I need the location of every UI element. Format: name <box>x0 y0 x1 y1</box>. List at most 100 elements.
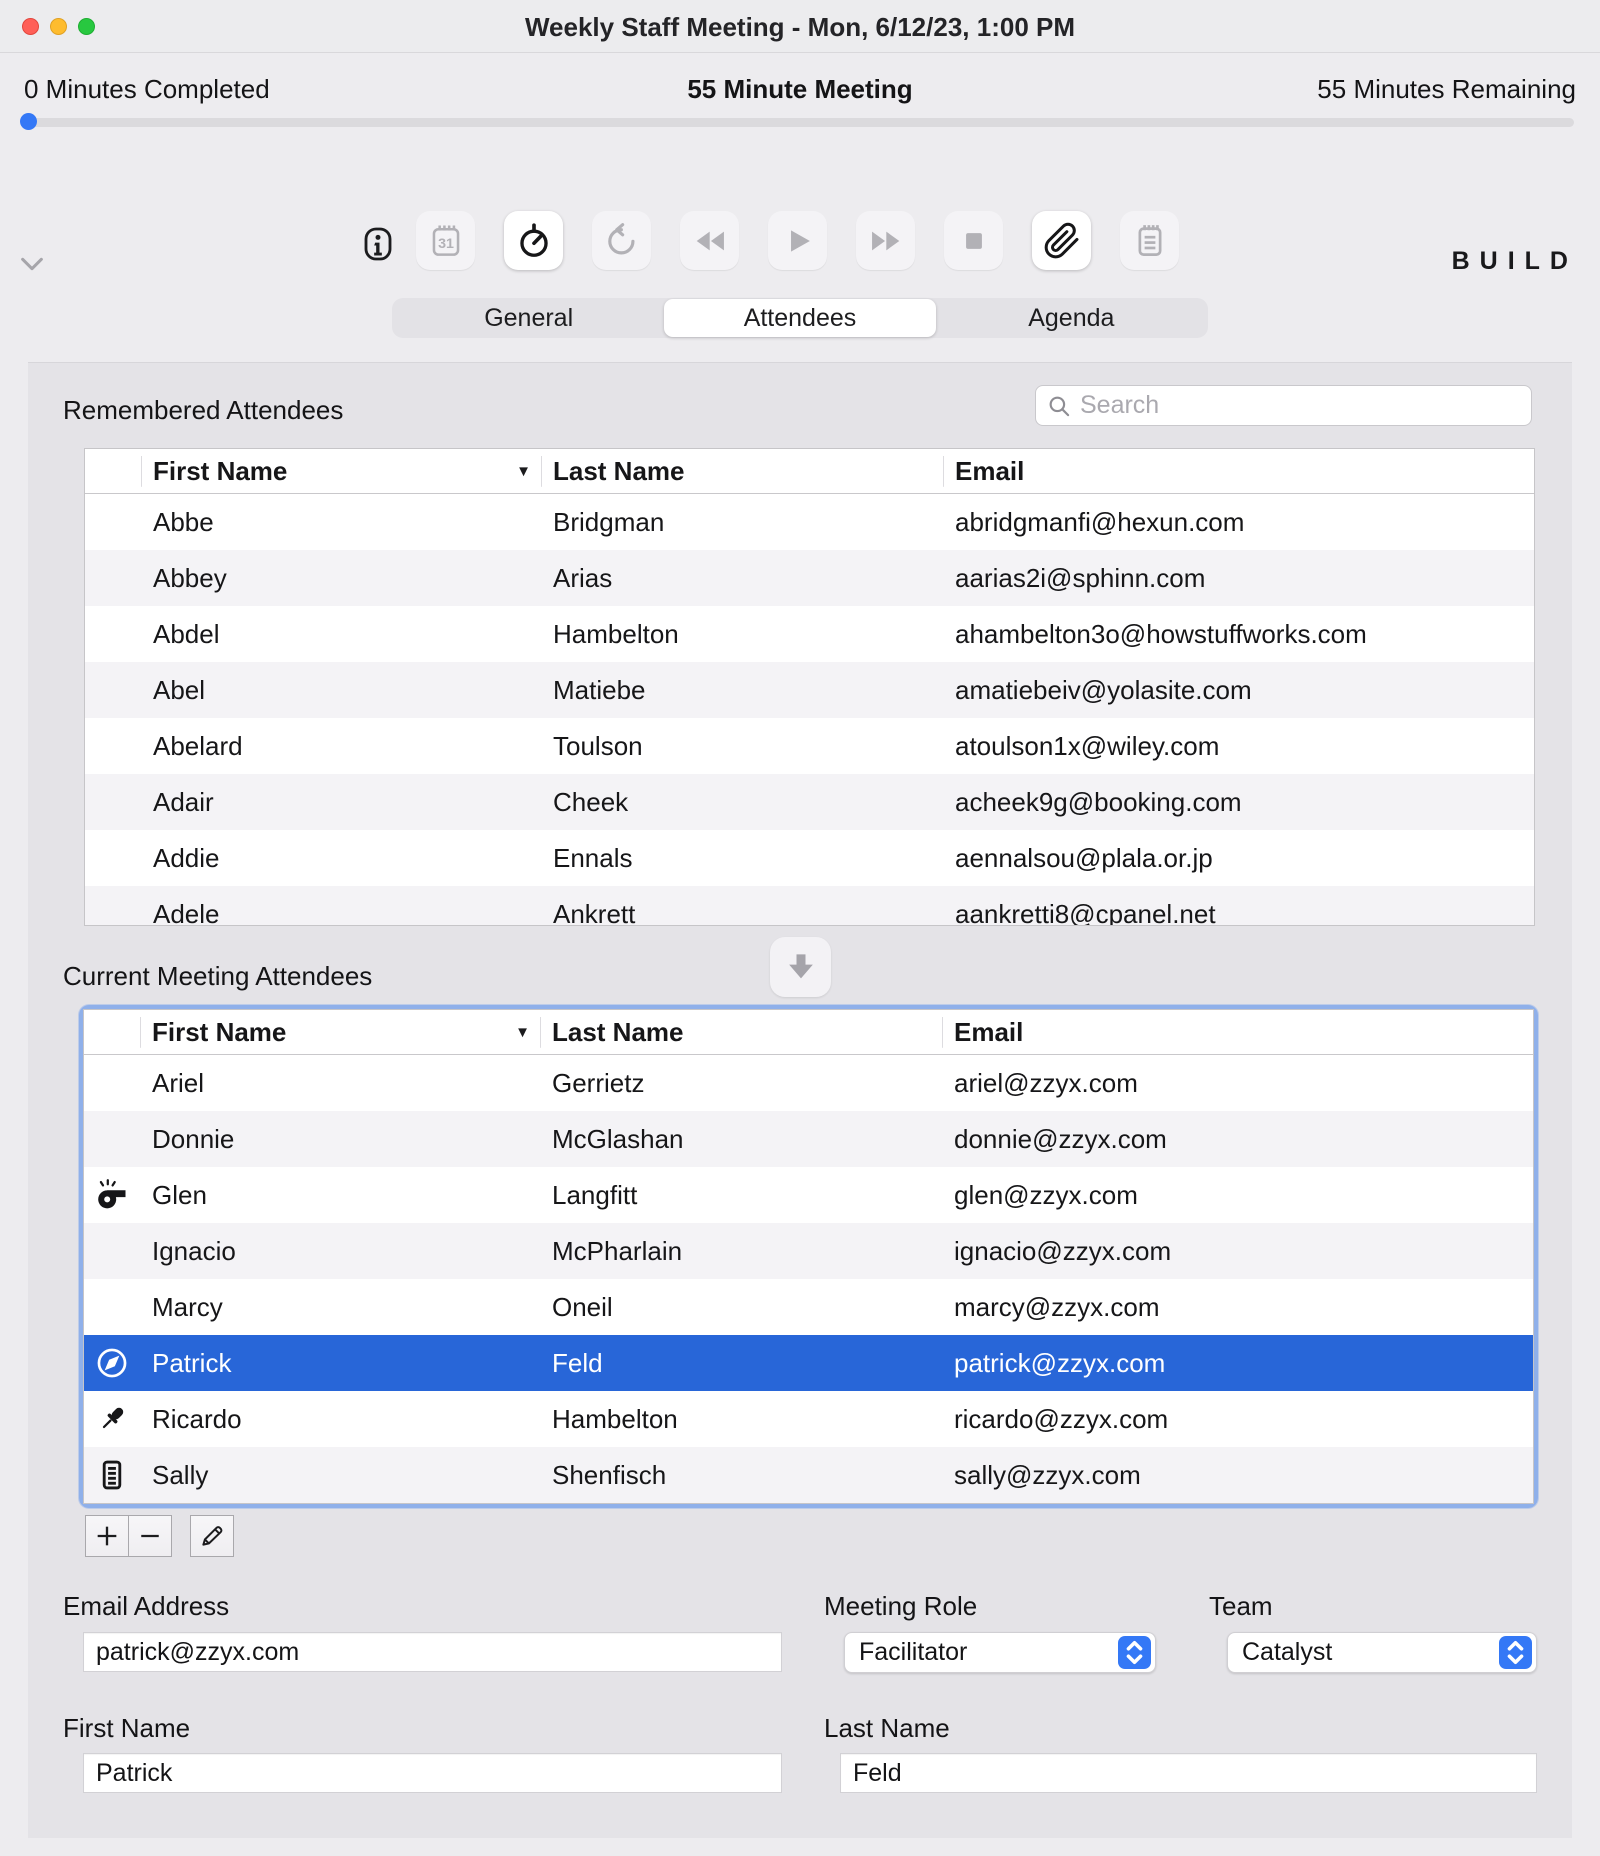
email-cell: ignacio@zzyx.com <box>942 1236 1533 1267</box>
whistle-icon <box>94 1177 130 1213</box>
sort-descending-icon: ▼ <box>515 1024 530 1041</box>
remove-attendee-button[interactable] <box>128 1515 172 1557</box>
table-row[interactable]: IgnacioMcPharlainignacio@zzyx.com <box>84 1223 1533 1279</box>
info-icon[interactable] <box>358 222 398 266</box>
table-header-row: First Name▼Last NameEmail <box>85 449 1534 494</box>
last-name-cell: Cheek <box>541 787 943 818</box>
last-name-cell: Langfitt <box>540 1180 942 1211</box>
last-name-cell: Ennals <box>541 843 943 874</box>
table-row[interactable]: AdeleAnkrettaankretti8@cpanel.net <box>85 886 1534 926</box>
table-body: ArielGerrietzariel@zzyx.comDonnieMcGlash… <box>84 1055 1533 1503</box>
attendees-panel: Remembered Attendees First Name▼Last Nam… <box>28 362 1572 1838</box>
icon-column-header <box>84 1010 140 1054</box>
tab-attendees[interactable]: Attendees <box>664 299 935 337</box>
tab-bar: GeneralAttendeesAgenda <box>392 298 1208 338</box>
popup-stepper-icon <box>1499 1636 1532 1669</box>
tab-general[interactable]: General <box>393 299 664 337</box>
edit-attendee-button[interactable] <box>190 1515 234 1557</box>
table-row[interactable]: AdairCheekacheek9g@booking.com <box>85 774 1534 830</box>
current-attendees-table: First Name▼Last NameEmailArielGerrietzar… <box>83 1009 1534 1504</box>
pushpin-icon <box>94 1401 130 1437</box>
table-row[interactable]: MarcyOneilmarcy@zzyx.com <box>84 1279 1533 1335</box>
column-header-last-name[interactable]: Last Name <box>540 1010 942 1054</box>
column-header-last-name[interactable]: Last Name <box>541 449 943 493</box>
note-icon <box>94 1457 130 1493</box>
first-name-cell: Abel <box>141 675 541 706</box>
meeting-role-popup[interactable]: Facilitator <box>844 1632 1156 1673</box>
compass-icon <box>94 1345 130 1381</box>
play-icon <box>779 222 817 260</box>
table-row[interactable]: AbelMatiebeamatiebeiv@yolasite.com <box>85 662 1534 718</box>
paperclip-button[interactable] <box>1032 211 1091 270</box>
table-row[interactable]: GlenLangfittglen@zzyx.com <box>84 1167 1533 1223</box>
search-field[interactable] <box>1035 385 1532 426</box>
stop-button[interactable] <box>944 211 1003 270</box>
email-address-field[interactable] <box>83 1632 782 1672</box>
first-name-cell: Donnie <box>140 1124 540 1155</box>
email-cell: aarias2i@sphinn.com <box>943 563 1534 594</box>
table-row[interactable]: AbelardToulsonatoulson1x@wiley.com <box>85 718 1534 774</box>
last-name-cell: Ankrett <box>541 899 943 927</box>
pencil-icon <box>198 1522 226 1550</box>
table-row[interactable]: RicardoHambeltonricardo@zzyx.com <box>84 1391 1533 1447</box>
email-cell: donnie@zzyx.com <box>942 1124 1533 1155</box>
search-input[interactable] <box>1080 391 1521 420</box>
fast-forward-button[interactable] <box>856 211 915 270</box>
row-icon-cell <box>84 1457 140 1493</box>
first-name-cell: Abbey <box>141 563 541 594</box>
progress-thumb[interactable] <box>20 113 37 130</box>
email-cell: acheek9g@booking.com <box>943 787 1534 818</box>
table-row[interactable]: AbdelHambeltonahambelton3o@howstuffworks… <box>85 606 1534 662</box>
first-name-cell: Glen <box>140 1180 540 1211</box>
last-name-cell: Oneil <box>540 1292 942 1323</box>
notes-button[interactable] <box>1120 211 1179 270</box>
rewind-button[interactable] <box>680 211 739 270</box>
first-name-field[interactable] <box>83 1753 782 1793</box>
last-name-cell: Bridgman <box>541 507 943 538</box>
minus-icon <box>136 1522 164 1550</box>
table-row[interactable]: AddieEnnalsaennalsou@plala.or.jp <box>85 830 1534 886</box>
column-header-email[interactable]: Email <box>943 449 1534 493</box>
paperclip-icon <box>1043 222 1081 260</box>
last-name-field[interactable] <box>840 1753 1537 1793</box>
table-body: AbbeBridgmanabridgmanfi@hexun.comAbbeyAr… <box>85 494 1534 926</box>
table-header-row: First Name▼Last NameEmail <box>84 1010 1533 1055</box>
chevron-down-icon[interactable] <box>16 248 48 280</box>
first-name-cell: Abbe <box>141 507 541 538</box>
attendee-row-actions <box>85 1515 234 1557</box>
table-row[interactable]: AbbeyAriasaarias2i@sphinn.com <box>85 550 1534 606</box>
column-header-email[interactable]: Email <box>942 1010 1533 1054</box>
minutes-remaining-label: 55 Minutes Remaining <box>1317 74 1576 105</box>
add-attendee-button[interactable] <box>85 1515 129 1557</box>
table-row[interactable]: AbbeBridgmanabridgmanfi@hexun.com <box>85 494 1534 550</box>
tab-agenda[interactable]: Agenda <box>936 299 1207 337</box>
first-name-cell: Abdel <box>141 619 541 650</box>
move-down-button[interactable] <box>770 937 831 997</box>
arrow-down-icon <box>781 947 821 987</box>
calendar-button[interactable]: 31 <box>416 211 475 270</box>
email-cell: marcy@zzyx.com <box>942 1292 1533 1323</box>
team-popup[interactable]: Catalyst <box>1227 1632 1537 1673</box>
timer-button[interactable] <box>504 211 563 270</box>
email-cell: sally@zzyx.com <box>942 1460 1533 1491</box>
email-cell: glen@zzyx.com <box>942 1180 1533 1211</box>
email-address-label: Email Address <box>63 1591 229 1622</box>
reset-button[interactable] <box>592 211 651 270</box>
column-header-first-name[interactable]: First Name▼ <box>140 1010 540 1054</box>
first-name-cell: Sally <box>140 1460 540 1491</box>
row-icon-cell <box>84 1177 140 1213</box>
table-row[interactable]: SallyShenfischsally@zzyx.com <box>84 1447 1533 1503</box>
table-row[interactable]: DonnieMcGlashandonnie@zzyx.com <box>84 1111 1533 1167</box>
current-attendees-title: Current Meeting Attendees <box>63 961 372 992</box>
first-name-cell: Patrick <box>140 1348 540 1379</box>
first-name-cell: Adair <box>141 787 541 818</box>
progress-track <box>26 118 1574 127</box>
first-name-label: First Name <box>63 1713 190 1744</box>
plus-icon <box>93 1522 121 1550</box>
first-name-cell: Marcy <box>140 1292 540 1323</box>
column-header-first-name[interactable]: First Name▼ <box>141 449 541 493</box>
table-row[interactable]: ArielGerrietzariel@zzyx.com <box>84 1055 1533 1111</box>
play-button[interactable] <box>768 211 827 270</box>
table-row[interactable]: PatrickFeldpatrick@zzyx.com <box>84 1335 1533 1391</box>
last-name-cell: Matiebe <box>541 675 943 706</box>
